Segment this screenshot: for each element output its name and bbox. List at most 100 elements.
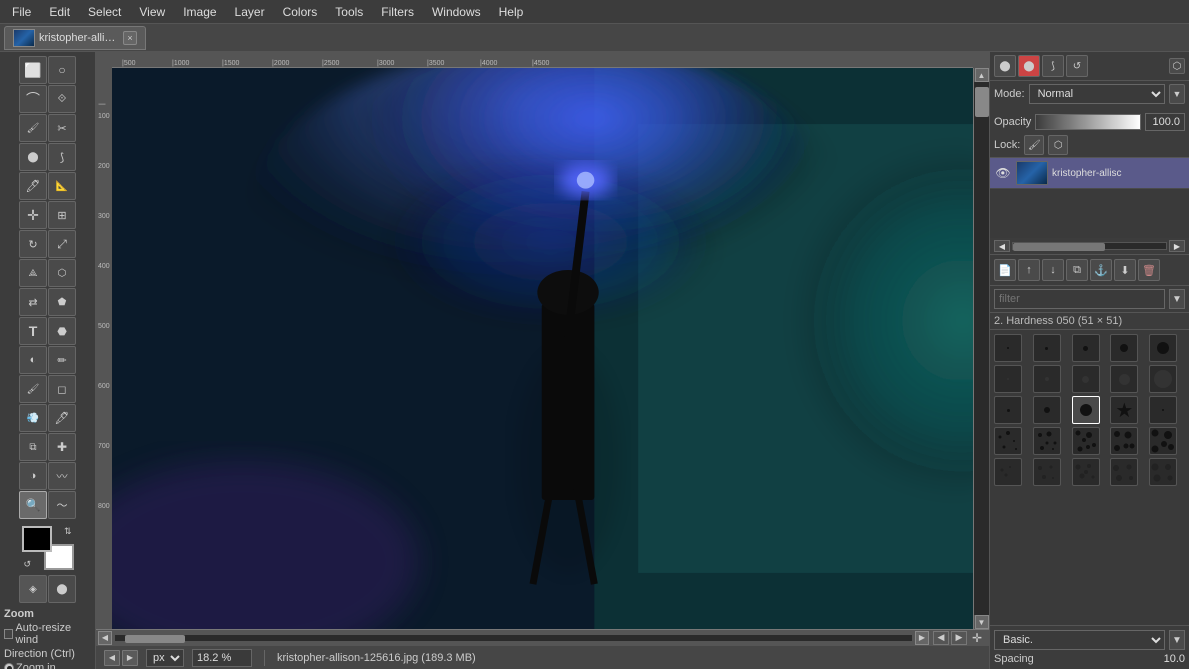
menu-tools[interactable]: Tools bbox=[327, 3, 371, 21]
h-scroll-right-btn[interactable]: ▶ bbox=[915, 631, 929, 645]
layers-scroll-left[interactable]: ◀ bbox=[994, 240, 1010, 252]
paintbrush-tool[interactable]: 🖌 bbox=[19, 375, 47, 403]
brush-preset-15[interactable] bbox=[994, 427, 1022, 455]
text-tool[interactable]: T bbox=[19, 317, 47, 345]
brush-preset-23[interactable] bbox=[1110, 458, 1138, 486]
mode-dropdown-btn[interactable]: ▼ bbox=[1169, 84, 1185, 104]
h-scroll-thumb[interactable] bbox=[125, 635, 185, 643]
duplicate-layer-btn[interactable]: ⧉ bbox=[1066, 259, 1088, 281]
v-scroll-thumb[interactable] bbox=[975, 87, 989, 117]
layer-visibility-eye[interactable]: 👁 bbox=[994, 164, 1012, 182]
brush-filter-arrow[interactable]: ▼ bbox=[1169, 289, 1185, 309]
opacity-input[interactable] bbox=[1145, 113, 1185, 131]
brush-preset-14[interactable] bbox=[1149, 396, 1177, 424]
brush-filter-input[interactable] bbox=[994, 289, 1165, 309]
panel-config-btn[interactable]: ⬡ bbox=[1169, 58, 1185, 74]
color-select-tool[interactable]: 🖌 bbox=[19, 114, 47, 142]
v-scroll-down-btn[interactable]: ▼ bbox=[975, 615, 989, 629]
brush-preset-21[interactable] bbox=[1033, 458, 1061, 486]
perspective-tool[interactable]: ⬡ bbox=[48, 259, 76, 287]
crosshair-icon[interactable]: ✛ bbox=[967, 630, 987, 646]
brush-preset-11[interactable] bbox=[994, 396, 1022, 424]
img-nav-btn[interactable]: ◀ bbox=[933, 631, 949, 645]
alignment-tool[interactable]: ⊞ bbox=[48, 201, 76, 229]
canvas-viewport[interactable]: ▲ ▼ bbox=[112, 68, 989, 629]
zoom-tool[interactable]: 🔍 bbox=[19, 491, 47, 519]
panel-icon-undo[interactable]: ↺ bbox=[1066, 55, 1088, 77]
menu-windows[interactable]: Windows bbox=[424, 3, 489, 21]
fuzzy-select-tool[interactable]: ⟐ bbox=[48, 85, 76, 113]
status-nav-right[interactable]: ▶ bbox=[122, 650, 138, 666]
lower-layer-btn[interactable]: ↓ bbox=[1042, 259, 1064, 281]
airbrush-tool[interactable]: 💨 bbox=[19, 404, 47, 432]
brush-preset-3[interactable] bbox=[1072, 334, 1100, 362]
lock-position-btn[interactable]: ⬡ bbox=[1048, 135, 1068, 155]
opacity-bar[interactable] bbox=[1035, 114, 1141, 130]
brush-preset-8[interactable] bbox=[1072, 365, 1100, 393]
brush-preset-10[interactable] bbox=[1149, 365, 1177, 393]
raise-layer-btn[interactable]: ↑ bbox=[1018, 259, 1040, 281]
ellipse-select-tool[interactable]: ○ bbox=[48, 56, 76, 84]
smudge-tool[interactable]: 〰 bbox=[48, 462, 76, 490]
eraser-tool[interactable]: ◻ bbox=[48, 375, 76, 403]
scissors-tool[interactable]: ✂ bbox=[48, 114, 76, 142]
quick-mask-icon[interactable]: ⬤ bbox=[48, 575, 76, 603]
brush-preset-19[interactable] bbox=[1149, 427, 1177, 455]
warp-transform-tool2[interactable]: 〜 bbox=[48, 491, 76, 519]
brush-preset-20[interactable] bbox=[994, 458, 1022, 486]
auto-resize-checkbox[interactable] bbox=[4, 629, 13, 639]
brush-preset-24[interactable] bbox=[1149, 458, 1177, 486]
blend-tool[interactable]: ◐ bbox=[19, 346, 47, 374]
menu-select[interactable]: Select bbox=[80, 3, 129, 21]
menu-edit[interactable]: Edit bbox=[41, 3, 78, 21]
status-nav-left[interactable]: ◀ bbox=[104, 650, 120, 666]
mode-select[interactable]: Normal bbox=[1029, 84, 1165, 104]
brush-preset-13-active[interactable] bbox=[1072, 396, 1100, 424]
delete-layer-btn[interactable]: 🗑 bbox=[1138, 259, 1160, 281]
panel-icon-layers[interactable]: ⬤ bbox=[994, 55, 1016, 77]
menu-filters[interactable]: Filters bbox=[373, 3, 422, 21]
brush-preset-6[interactable] bbox=[994, 365, 1022, 393]
paths-tool[interactable]: ⟆ bbox=[48, 143, 76, 171]
pencil-tool[interactable]: ✏ bbox=[48, 346, 76, 374]
brush-preset-4[interactable] bbox=[1110, 334, 1138, 362]
v-scrollbar[interactable]: ▲ ▼ bbox=[973, 68, 989, 629]
zoom-in-radio[interactable] bbox=[4, 663, 14, 669]
menu-help[interactable]: Help bbox=[491, 3, 532, 21]
brush-category-dropdown[interactable]: ▼ bbox=[1169, 630, 1185, 650]
zoom-unit-select[interactable]: px bbox=[146, 649, 184, 667]
panel-icon-paths[interactable]: ⟆ bbox=[1042, 55, 1064, 77]
heal-tool[interactable]: ✚ bbox=[48, 433, 76, 461]
menu-file[interactable]: File bbox=[4, 3, 39, 21]
img-nav-btn2[interactable]: ▶ bbox=[951, 631, 967, 645]
swap-colors-icon[interactable]: ⇅ bbox=[64, 526, 72, 537]
image-tab[interactable]: kristopher-allison-125616.jpg × bbox=[4, 26, 146, 50]
dodge-burn-tool[interactable]: ◑ bbox=[19, 462, 47, 490]
layers-scroll-right[interactable]: ▶ bbox=[1169, 240, 1185, 252]
rotate-tool[interactable]: ↻ bbox=[19, 230, 47, 258]
brush-preset-star[interactable]: ★ bbox=[1110, 396, 1138, 424]
zoom-value-input[interactable] bbox=[192, 649, 252, 667]
flip-tool[interactable]: ⇄ bbox=[19, 288, 47, 316]
brush-preset-16[interactable] bbox=[1033, 427, 1061, 455]
anchor-layer-btn[interactable]: ⚓ bbox=[1090, 259, 1112, 281]
ink-tool[interactable]: 🖋 bbox=[48, 404, 76, 432]
merge-layer-btn[interactable]: ⬇ bbox=[1114, 259, 1136, 281]
foreground-select-tool[interactable]: ⬤ bbox=[19, 143, 47, 171]
scale-tool[interactable]: ⤢ bbox=[48, 230, 76, 258]
brush-preset-2[interactable] bbox=[1033, 334, 1061, 362]
free-select-tool[interactable]: ⌒ bbox=[19, 85, 47, 113]
shear-tool[interactable]: ⟁ bbox=[19, 259, 47, 287]
menu-colors[interactable]: Colors bbox=[275, 3, 326, 21]
brush-preset-22[interactable] bbox=[1072, 458, 1100, 486]
rectangle-select-tool[interactable]: ⬜ bbox=[19, 56, 47, 84]
menu-view[interactable]: View bbox=[131, 3, 173, 21]
fg-color-swatch[interactable] bbox=[22, 526, 52, 552]
cage-transform-tool[interactable]: ⬟ bbox=[48, 288, 76, 316]
menu-image[interactable]: Image bbox=[175, 3, 224, 21]
tab-close-button[interactable]: × bbox=[123, 31, 137, 45]
reset-colors-icon[interactable]: ↺ bbox=[24, 559, 32, 570]
color-picker-tool[interactable]: 🖊 bbox=[19, 172, 47, 200]
layer-item[interactable]: 👁 kristopher-allisc bbox=[990, 158, 1189, 189]
panel-icon-channels[interactable]: ⬤ bbox=[1018, 55, 1040, 77]
